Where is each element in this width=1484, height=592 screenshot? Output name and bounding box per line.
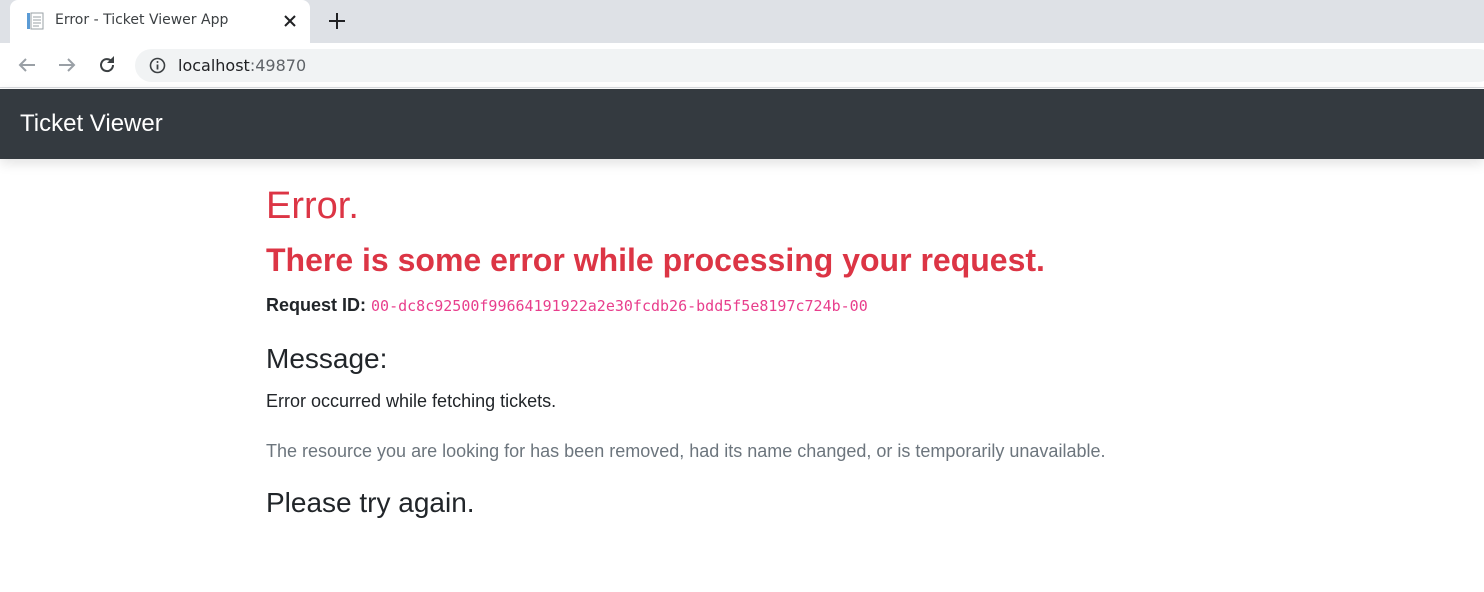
error-subtitle: There is some error while processing you… — [266, 242, 1045, 278]
info-icon[interactable] — [149, 57, 166, 74]
message-text: Error occurred while fetching tickets. — [266, 391, 557, 411]
request-id-value: 00-dc8c92500f99664191922a2e30fcdb26-bdd5… — [371, 297, 868, 315]
message-heading: Message: — [266, 343, 388, 374]
url-text: localhost:49870 — [178, 56, 306, 75]
error-title: Error. — [266, 185, 359, 227]
address-bar[interactable]: localhost:49870 — [135, 49, 1484, 82]
detail-text: The resource you are looking for has bee… — [266, 441, 1106, 461]
arrow-right-icon[interactable] — [55, 53, 79, 77]
request-id: Request ID: 00-dc8c92500f99664191922a2e3… — [266, 295, 868, 316]
app-navbar: Ticket Viewer — [0, 89, 1484, 159]
browser-toolbar: localhost:49870 — [0, 43, 1484, 88]
reload-icon[interactable] — [95, 53, 119, 77]
tab-title: Error - Ticket Viewer App — [55, 12, 229, 28]
navbar-brand[interactable]: Ticket Viewer — [20, 110, 163, 138]
browser-tabstrip: Error - Ticket Viewer App — [0, 0, 1484, 43]
plus-icon[interactable] — [325, 9, 349, 33]
document-icon — [26, 12, 44, 30]
browser-tab-active[interactable]: Error - Ticket Viewer App — [10, 0, 310, 43]
url-host: localhost — [178, 56, 250, 75]
request-id-label: Request ID: — [266, 295, 367, 315]
url-port: :49870 — [249, 56, 307, 75]
close-icon[interactable] — [280, 11, 300, 31]
retry-text: Please try again. — [266, 487, 475, 518]
arrow-left-icon[interactable] — [15, 53, 39, 77]
